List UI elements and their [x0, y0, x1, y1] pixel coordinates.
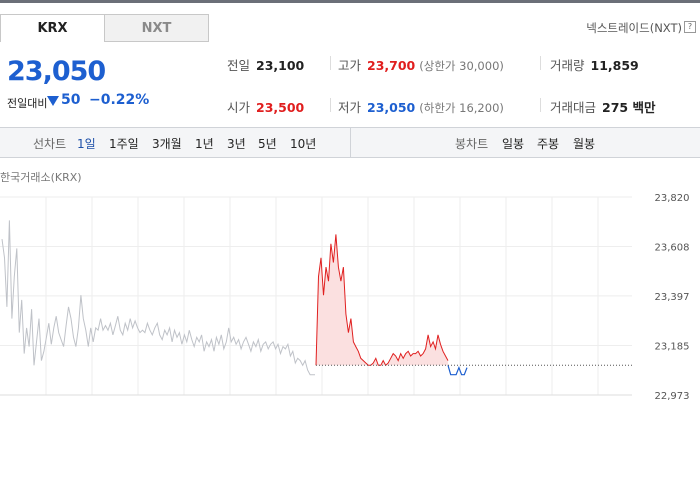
stat-value: 23,500	[256, 100, 305, 115]
y-tick-label: 23,397	[655, 292, 690, 303]
candle-monthly[interactable]: 월봉	[573, 135, 595, 152]
y-tick-label: 23,608	[655, 243, 690, 254]
stat-label: 거래량	[550, 58, 585, 73]
series-down-line	[447, 365, 468, 376]
candle-weekly[interactable]: 주봉	[537, 135, 559, 152]
stat-value: 275 백만	[602, 100, 656, 115]
stat-sub: (하한가 16,200)	[419, 101, 504, 115]
line-chart-label: 선차트	[33, 137, 67, 151]
period-10y[interactable]: 10년	[290, 135, 316, 152]
stat-volume: 거래량 11,859	[550, 55, 639, 74]
y-tick-label: 23,185	[655, 341, 690, 352]
divider	[540, 56, 541, 70]
divider	[330, 98, 331, 112]
divider	[330, 56, 331, 70]
stat-label: 전일	[227, 58, 251, 73]
top-border	[0, 0, 700, 3]
stat-value: 11,859	[590, 58, 639, 73]
stat-sub: (상한가 30,000)	[419, 59, 504, 73]
period-1y[interactable]: 1년	[195, 135, 214, 152]
period-3m[interactable]: 3개월	[152, 135, 182, 152]
stat-label: 시가	[227, 100, 251, 115]
divider	[540, 98, 541, 112]
nxt-link[interactable]: 넥스트레이드(NXT)	[586, 20, 682, 36]
down-triangle-icon	[47, 96, 59, 106]
change-label: 전일대비	[7, 97, 48, 110]
candle-daily[interactable]: 일봉	[502, 135, 524, 152]
candle-chart-label: 봉차트	[455, 137, 489, 151]
stat-label: 거래대금	[550, 100, 597, 115]
stat-label: 고가	[338, 58, 362, 73]
y-tick-label: 22,973	[655, 391, 690, 400]
stat-amount: 거래대금 275 백만	[550, 97, 655, 116]
y-axis-ticks: 23,820 23,608 23,397 23,185 22,973	[655, 193, 690, 400]
chart-series	[1, 220, 632, 376]
stat-prev-close: 전일 23,100	[227, 55, 304, 74]
series-prior-line	[1, 220, 315, 376]
change-value: 50	[61, 92, 81, 108]
stat-value: 23,100	[256, 58, 305, 73]
current-price: 23,050	[7, 56, 106, 87]
tab-krx[interactable]: KRX	[0, 14, 105, 42]
period-1w[interactable]: 1주일	[109, 135, 139, 152]
change-percent: −0.22%	[89, 92, 150, 108]
period-3y[interactable]: 3년	[227, 135, 246, 152]
help-icon[interactable]: ?	[684, 21, 696, 33]
stat-open: 시가 23,500	[227, 97, 304, 116]
y-tick-label: 23,820	[655, 193, 690, 204]
period-1d[interactable]: 1일	[77, 135, 96, 152]
tab-nxt[interactable]: NXT	[104, 14, 209, 42]
stat-value: 23,050	[367, 100, 416, 115]
period-5y[interactable]: 5년	[258, 135, 277, 152]
stat-low: 저가 23,050 (하한가 16,200)	[338, 97, 504, 116]
stat-high: 고가 23,700 (상한가 30,000)	[338, 55, 504, 74]
stat-value: 23,700	[367, 58, 416, 73]
stat-label: 저가	[338, 100, 362, 115]
price-chart: 23,820 23,608 23,397 23,185 22,973	[0, 193, 690, 400]
divider	[350, 127, 351, 158]
market-tabs: KRX NXT	[0, 14, 209, 42]
